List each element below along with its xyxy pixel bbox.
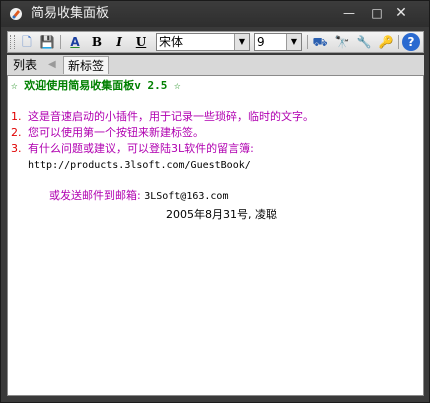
save-icon[interactable]: 💾: [38, 33, 56, 51]
title-bar[interactable]: 简易收集面板 — □ ✕: [1, 1, 429, 27]
email-address: 3LSoft@163.com: [144, 191, 229, 202]
toolbar-grip[interactable]: [10, 35, 15, 49]
new-note-icon[interactable]: 🗋: [18, 33, 36, 51]
font-name-select[interactable]: 宋体 ▼: [156, 33, 250, 51]
welcome-heading: ☆ 欢迎使用简易收集面板v 2.5 ☆: [11, 79, 181, 92]
toolbar: 🗋 💾 A B I U 宋体 ▼ 9 ▼ ⛟ 🔭 🔧 🔑 ?: [7, 31, 424, 53]
key-icon[interactable]: 🔑: [377, 33, 395, 51]
toolbar-separator: [398, 35, 399, 49]
note-editor[interactable]: ☆ 欢迎使用简易收集面板v 2.5 ☆ 1. 这是音速启动的小插件，用于记录一些…: [7, 75, 424, 396]
list-number: 3.: [11, 142, 22, 155]
list-item: 这是音速启动的小插件，用于记录一些琐碎，临时的文字。: [28, 110, 314, 123]
signature-line: 2005年8月31号, 凌聪: [166, 208, 277, 221]
app-window: 简易收集面板 — □ ✕ 🗋 💾 A B I U 宋体 ▼ 9 ▼ ⛟ 🔭 🔧 …: [0, 0, 430, 403]
italic-icon[interactable]: I: [110, 33, 128, 51]
close-button[interactable]: ✕: [389, 4, 413, 22]
underline-icon[interactable]: U: [132, 33, 150, 51]
list-item: 您可以使用第一个按钮来新建标签。: [28, 126, 204, 139]
fill-icon[interactable]: ⛟: [311, 33, 329, 51]
list-item: 有什么问题或建议，可以登陆3L软件的留言簿:: [28, 142, 254, 155]
font-name-value: 宋体: [159, 35, 184, 49]
tools-icon[interactable]: 🔧: [355, 33, 373, 51]
font-size-select[interactable]: 9 ▼: [254, 33, 302, 51]
tab-strip: 列表 ◀ 新标签: [7, 55, 424, 75]
toolbar-separator: [307, 35, 308, 49]
chevron-down-icon[interactable]: ▼: [234, 34, 249, 50]
list-number: 2.: [11, 126, 22, 139]
maximize-button[interactable]: □: [365, 4, 389, 22]
tab-scroll-left-icon[interactable]: ◀: [48, 59, 56, 70]
toolbar-separator: [60, 35, 61, 49]
tab-new-label[interactable]: 新标签: [63, 56, 109, 74]
minimize-button[interactable]: —: [337, 4, 361, 22]
email-prefix: 或发送邮件到邮箱:: [48, 189, 145, 202]
window-title: 简易收集面板: [31, 6, 110, 21]
font-color-icon[interactable]: A: [66, 33, 84, 51]
app-icon: [10, 8, 22, 20]
help-icon[interactable]: ?: [402, 33, 420, 51]
chevron-down-icon[interactable]: ▼: [286, 34, 301, 50]
bold-icon[interactable]: B: [88, 33, 106, 51]
guestbook-url: http://products.3lsoft.com/GuestBook/: [28, 160, 251, 171]
list-number: 1.: [11, 110, 22, 123]
find-icon[interactable]: 🔭: [333, 33, 351, 51]
font-size-value: 9: [257, 35, 265, 49]
tab-list[interactable]: 列表: [9, 56, 45, 74]
